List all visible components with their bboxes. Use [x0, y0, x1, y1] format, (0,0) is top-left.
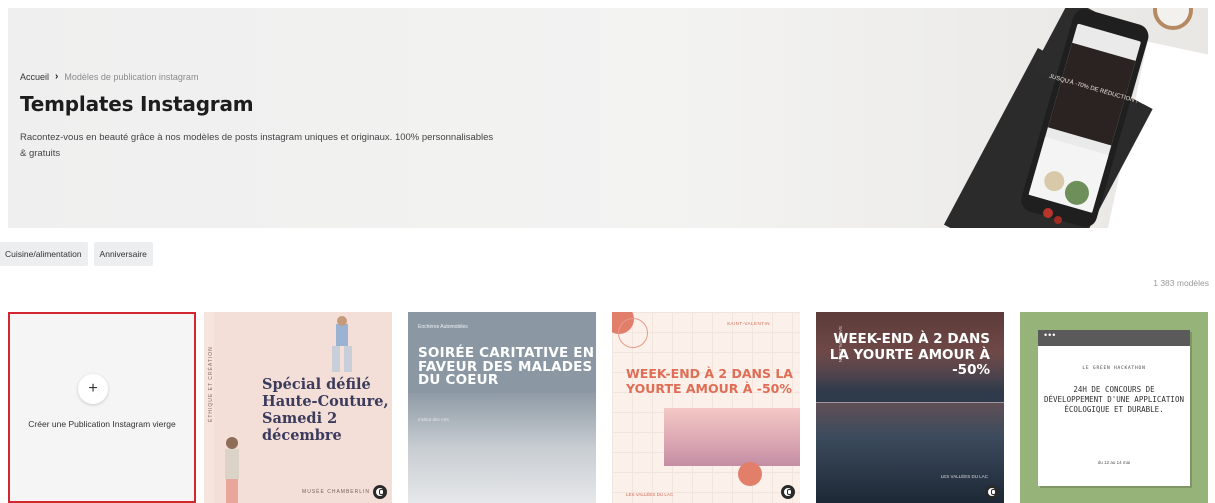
card-footer: MUSÉE CHAMBERLIN — [302, 489, 370, 495]
template-card-weekend-pink[interactable]: SAINT-VALENTIN WEEK-END À 2 DANS LA YOUR… — [612, 312, 800, 503]
premium-badge-icon — [373, 485, 387, 499]
breadcrumb-home-link[interactable]: Accueil — [20, 72, 49, 82]
card-pretitle: Enchères Automobiles — [418, 324, 468, 330]
model-photo — [332, 316, 352, 372]
template-card-fashion[interactable]: ÉTHIQUE ET CRÉATION Spécial défilé Haute… — [204, 312, 392, 503]
decor-ring — [618, 318, 648, 348]
decor-circle-2 — [738, 462, 762, 486]
page-title: Templates Instagram — [20, 92, 254, 116]
card-footer: LES VALLÉES DU LAC — [626, 492, 674, 497]
template-card-green-hackathon[interactable]: ••• LE GREEN HACKATHON 24H DE CONCOURS D… — [1020, 312, 1208, 503]
card-title: WEEK-END À 2 DANS LA YOURTE AMOUR À -50% — [626, 366, 793, 396]
create-blank-card[interactable]: + Créer une Publication Instagram vierge — [8, 312, 196, 503]
browser-window-frame: ••• LE GREEN HACKATHON 24H DE CONCOURS D… — [1038, 330, 1190, 486]
template-card-weekend-dark[interactable]: SAINT-VALENTIN WEEK-END À 2 DANS LA YOUR… — [816, 312, 1004, 503]
card-date: du 12 au 14 mai — [1097, 460, 1131, 465]
lake-photo — [664, 408, 800, 466]
card-tag: SAINT-VALENTIN — [726, 321, 770, 326]
plus-icon: + — [78, 374, 108, 404]
premium-badge-icon — [781, 485, 795, 499]
template-grid: + Créer une Publication Instagram vierge… — [8, 312, 1208, 503]
category-tags: Cuisine/alimentation Anniversaire — [0, 242, 153, 266]
create-blank-label: Créer une Publication Instagram vierge — [28, 419, 176, 429]
model-photo-2 — [225, 437, 239, 503]
card-title: Spécial défilé Haute-Couture, Samedi 2 d… — [262, 376, 389, 444]
phone-notebook-illustration: JUSQU'À -70% DE RÉDUCTION ! — [943, 8, 1208, 228]
card-title: SOIRÉE CARITATIVE EN FAVEUR DES MALADES … — [418, 345, 595, 388]
card-title: WEEK-END À 2 DANS LA YOURTE AMOUR À -50% — [829, 331, 990, 378]
card-title: 24H DE CONCOURS DE DÉVELOPPEMENT D'UNE A… — [1044, 385, 1184, 414]
hero-banner: Accueil › Modèles de publication instagr… — [8, 8, 1208, 228]
car-photo — [408, 393, 596, 503]
tag-anniversaire[interactable]: Anniversaire — [93, 242, 153, 266]
card-footer: Institut des Arts — [418, 417, 449, 422]
breadcrumb: Accueil › Modèles de publication instagr… — [20, 71, 198, 82]
template-card-charity[interactable]: Enchères Automobiles SOIRÉE CARITATIVE E… — [408, 312, 596, 503]
tag-cuisine[interactable]: Cuisine/alimentation — [0, 242, 88, 266]
divider — [816, 402, 1004, 403]
card-pretitle: LE GREEN HACKATHON — [1082, 366, 1146, 371]
card-footer: LES VALLÉES DU LAC — [940, 474, 988, 479]
page-description: Racontez-vous en beauté grâce à nos modè… — [20, 132, 494, 159]
template-count: 1 383 modèles — [1153, 278, 1209, 288]
premium-badge-icon — [985, 485, 999, 499]
chevron-right-icon: › — [55, 71, 59, 82]
window-dots-icon: ••• — [1038, 330, 1190, 346]
card-side-text: ÉTHIQUE ET CRÉATION — [208, 346, 214, 422]
breadcrumb-current: Modèles de publication instagram — [64, 71, 199, 82]
